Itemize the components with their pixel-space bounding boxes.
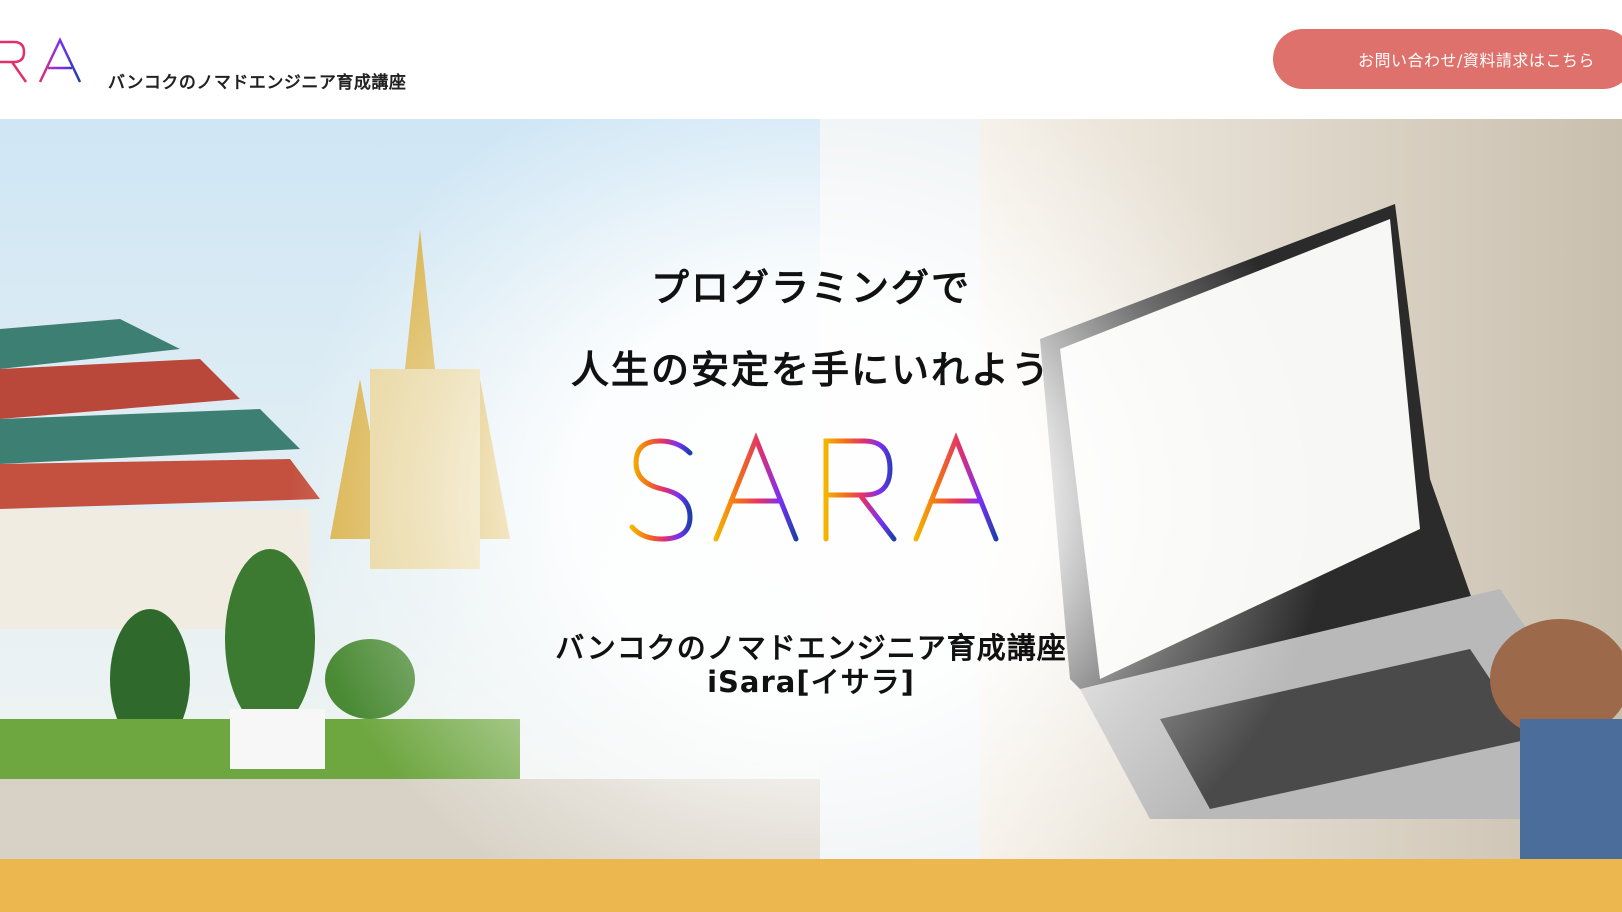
site-header: バンコクのノマドエンジニア育成講座 お問い合わせ/資料請求はこちら bbox=[0, 0, 1622, 119]
header-tagline: バンコクのノマドエンジニア育成講座 bbox=[108, 73, 407, 93]
hero-subtitle-line1: バンコクのノマドエンジニア育成講座 bbox=[555, 631, 1067, 665]
hero-headline-line1: プログラミングで bbox=[650, 266, 971, 310]
hero-headline-line2: 人生の安定を手にいれよう bbox=[570, 348, 1051, 392]
hero-subtitle-line2: iSara[イサラ] bbox=[707, 665, 915, 699]
yellow-band bbox=[0, 859, 1622, 912]
hero-section: プログラミングで 人生の安定を手にいれよう バンコクのノマドエンジニア育成講座 … bbox=[0, 119, 1622, 859]
isara-large-logo bbox=[601, 432, 999, 542]
contact-request-button[interactable]: お問い合わせ/資料請求はこちら bbox=[1273, 29, 1622, 89]
isara-logo[interactable] bbox=[0, 30, 96, 90]
